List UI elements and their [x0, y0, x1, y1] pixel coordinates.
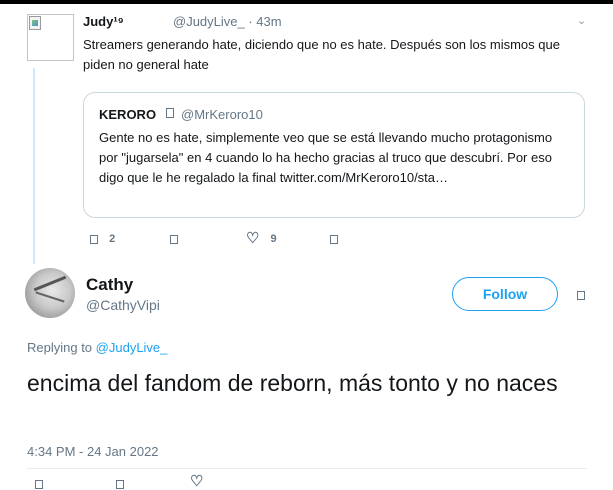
retweet-icon [170, 234, 178, 244]
reply-action[interactable]: 2 [90, 233, 115, 245]
share-action[interactable] [330, 233, 338, 245]
quoted-handle: @MrKeroro10 [181, 107, 263, 122]
parent-author-name[interactable]: Judy¹⁹ [83, 14, 124, 29]
share-icon [330, 234, 338, 244]
main-timestamp[interactable]: 4:34 PM - 24 Jan 2022 [27, 444, 159, 459]
broken-image-icon [29, 16, 41, 30]
reply-icon [90, 234, 98, 244]
top-edge-bar [0, 0, 613, 4]
main-author-handle[interactable]: @CathyVipi [86, 297, 160, 313]
main-retweet-icon [116, 479, 124, 489]
replying-to: Replying to @JudyLive_ [27, 340, 167, 355]
parent-avatar[interactable] [27, 14, 74, 61]
main-heart-icon: ♡ [190, 473, 204, 490]
main-avatar[interactable] [25, 268, 75, 318]
reply-count: 2 [109, 233, 116, 245]
main-reply-icon [35, 479, 43, 489]
heart-icon: ♡ [246, 230, 260, 248]
quoted-tweet-text: Gente no es hate, simplemente veo que se… [99, 130, 553, 185]
main-more-caret-icon[interactable] [577, 289, 585, 301]
badge-icon [166, 108, 174, 118]
replying-prefix: Replying to [27, 340, 96, 355]
divider [27, 468, 587, 469]
more-icon [577, 290, 585, 300]
main-reply-action[interactable] [35, 478, 43, 490]
main-like-action[interactable]: ♡ [190, 473, 204, 490]
retweet-action[interactable] [170, 233, 178, 245]
thread-line [33, 68, 35, 264]
parent-handle-time[interactable]: @JudyLive_ · 43m [173, 14, 282, 29]
main-retweet-action[interactable] [116, 478, 124, 490]
quoted-tweet-card[interactable]: KERORO @MrKeroro10 Gente no es hate, sim… [83, 92, 585, 218]
main-author-name[interactable]: Cathy [86, 275, 133, 295]
like-count: 9 [270, 233, 277, 245]
main-tweet-text: encima del fandom de reborn, más tonto y… [27, 370, 558, 396]
like-action[interactable]: ♡ 9 [246, 230, 277, 248]
replying-handle-link[interactable]: @JudyLive_ [96, 340, 168, 355]
parent-tweet-text: Streamers generando hate, diciendo que n… [83, 37, 560, 72]
quoted-author-name: KERORO [99, 107, 157, 122]
parent-more-caret-icon[interactable]: ⌄ [577, 14, 586, 27]
follow-button[interactable]: Follow [452, 277, 558, 311]
